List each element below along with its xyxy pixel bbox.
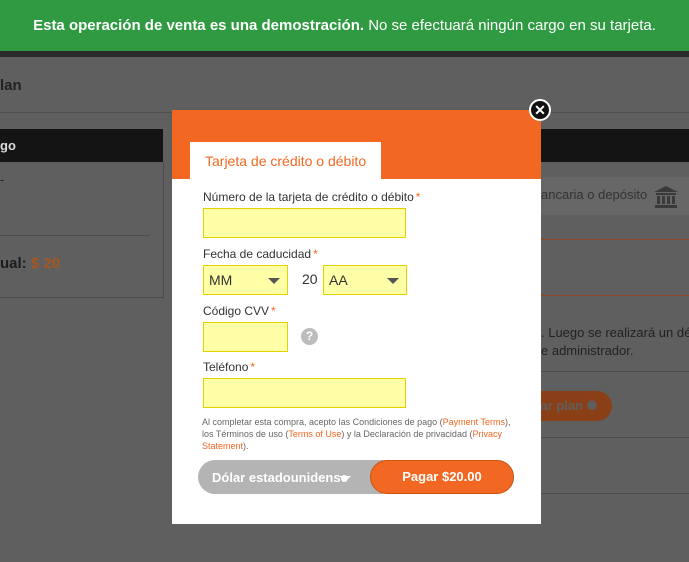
- divider: [541, 371, 689, 372]
- phone-input[interactable]: [203, 378, 406, 408]
- terms-text-1: Al completar esta compra, acepto las Con…: [202, 417, 443, 427]
- expiry-label: Fecha de caducidad *: [203, 247, 318, 261]
- chevron-down-icon: [387, 278, 399, 284]
- phone-label: Teléfono *: [203, 360, 255, 374]
- demo-banner-bold: Esta operación de venta es una demostrac…: [33, 17, 365, 34]
- currency-label: Dólar estadounidense: [212, 470, 348, 485]
- divider: [541, 437, 689, 438]
- phone-label-text: Teléfono: [203, 360, 249, 374]
- pay-button[interactable]: Pagar $20.00: [370, 460, 514, 494]
- demo-banner-text: No se efectuará ningún cargo en su tarje…: [364, 17, 656, 34]
- summary-dash: -: [0, 172, 5, 187]
- expiry-label-text: Fecha de caducidad: [203, 247, 312, 261]
- expiry-month-select[interactable]: MM: [203, 265, 288, 295]
- required-marker: *: [271, 304, 276, 318]
- expiry-year-prefix: 20: [302, 271, 318, 287]
- payment-info-text-2: e administrador.: [541, 343, 634, 358]
- expiry-year-value: AA: [329, 272, 348, 288]
- terms-text: Al completar esta compra, acepto las Con…: [202, 416, 512, 452]
- payment-terms-link[interactable]: Payment Terms: [443, 417, 505, 427]
- divider: [0, 235, 150, 236]
- modal-header: Tarjeta de crédito o débito: [172, 110, 541, 179]
- chevron-down-icon: [339, 476, 351, 482]
- cvv-input[interactable]: [203, 322, 288, 352]
- card-number-label: Número de la tarjeta de crédito o débito…: [203, 190, 420, 204]
- demo-banner: Esta operación de venta es una demostrac…: [0, 0, 689, 51]
- payment-panel-header: [541, 129, 689, 162]
- tab-credit-card[interactable]: Tarjeta de crédito o débito: [190, 142, 381, 179]
- activate-plan-label: ar plan: [540, 398, 584, 413]
- cvv-label: Código CVV *: [203, 304, 276, 318]
- bank-icon: [654, 186, 678, 208]
- terms-text-3: ) y la Declaración de privacidad (: [341, 429, 473, 439]
- chevron-down-icon: [268, 278, 280, 284]
- expiry-month-value: MM: [209, 272, 233, 288]
- required-marker: *: [250, 360, 256, 374]
- spinner-icon: ✺: [586, 398, 598, 413]
- card-number-input[interactable]: [203, 208, 406, 238]
- tab-credit-card-label: Tarjeta de crédito o débito: [205, 153, 367, 169]
- summary-panel: [0, 162, 164, 298]
- cvv-label-text: Código CVV: [203, 304, 270, 318]
- divider: [541, 239, 689, 240]
- divider: [541, 295, 689, 296]
- payment-method-tab-label: ancaria o depósito: [541, 187, 648, 202]
- card-number-label-text: Número de la tarjeta de crédito o débito: [203, 190, 414, 204]
- summary-header: go: [0, 129, 163, 162]
- expiry-year-select[interactable]: AA: [323, 265, 407, 295]
- help-icon[interactable]: ?: [301, 328, 318, 345]
- required-marker: *: [415, 190, 421, 204]
- currency-select[interactable]: Dólar estadounidense: [198, 460, 383, 494]
- summary-total-label: ual:: [0, 255, 27, 272]
- terms-of-use-link[interactable]: Terms of Use: [288, 429, 341, 439]
- payment-info-text-1: . Luego se realizará un dé: [541, 325, 689, 340]
- required-marker: *: [313, 247, 318, 261]
- payment-modal: Tarjeta de crédito o débito Número de la…: [172, 110, 541, 524]
- summary-total: ual: $ 20: [0, 255, 60, 272]
- page-title: lan: [0, 77, 22, 94]
- terms-text-4: ).: [243, 441, 249, 451]
- divider: [541, 493, 689, 494]
- summary-total-amount: $ 20: [30, 255, 61, 272]
- close-icon[interactable]: ✕: [529, 99, 551, 121]
